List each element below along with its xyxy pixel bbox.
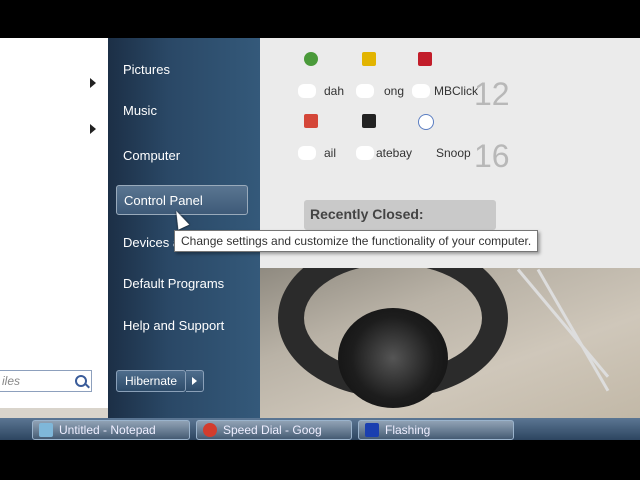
submenu-arrow-icon[interactable] xyxy=(90,78,96,88)
menu-item-default-programs[interactable]: Default Programs xyxy=(116,269,248,299)
speed-dial-label: ong xyxy=(384,84,405,98)
speed-dial-label: dah xyxy=(324,84,345,98)
menu-item-computer[interactable]: Computer xyxy=(116,141,248,171)
search-placeholder: iles xyxy=(2,374,21,388)
taskbar: Untitled - Notepad Speed Dial - Goog Fla… xyxy=(0,418,640,440)
site-icon-red xyxy=(418,52,432,66)
submenu-arrow-icon[interactable] xyxy=(90,124,96,134)
search-icon[interactable] xyxy=(75,375,87,387)
speed-dial-label: ail xyxy=(324,146,337,160)
site-icon-yellow xyxy=(362,52,376,66)
hibernate-button[interactable]: Hibernate xyxy=(116,370,186,392)
speed-dial-number: 16 xyxy=(474,138,510,174)
start-search-input[interactable]: iles xyxy=(0,370,92,392)
recently-closed-header[interactable]: Recently Closed: xyxy=(304,200,496,230)
notepad-icon xyxy=(39,423,53,437)
speed-dial-label: Snoop xyxy=(436,146,471,160)
taskbar-button-chrome[interactable]: Speed Dial - Goog xyxy=(196,420,352,440)
taskbar-label: Flashing xyxy=(385,423,431,437)
menu-item-help-support[interactable]: Help and Support xyxy=(116,311,248,341)
gmail-icon xyxy=(304,114,318,128)
start-menu-programs-pane: iles xyxy=(0,38,109,408)
chrome-icon xyxy=(203,423,217,437)
taskbar-button-notepad[interactable]: Untitled - Notepad xyxy=(32,420,190,440)
speed-dial-label: MBClick xyxy=(434,84,478,98)
menu-item-music[interactable]: Music xyxy=(116,96,248,126)
snoop-icon xyxy=(418,114,434,130)
desktop: dah ong MBClick ail atebay Snoop 12 16 R xyxy=(0,38,640,440)
tooltip: Change settings and customize the functi… xyxy=(174,230,539,252)
speed-dial-label: atebay xyxy=(376,146,413,160)
piratebay-icon xyxy=(362,114,376,128)
flashing-icon xyxy=(365,423,379,437)
taskbar-label: Untitled - Notepad xyxy=(59,423,156,437)
menu-item-pictures[interactable]: Pictures xyxy=(116,55,248,85)
shutdown-options-arrow-icon[interactable] xyxy=(186,370,204,392)
start-menu-places-pane: Pictures Music Computer Control Panel De… xyxy=(108,38,260,418)
site-icon-green xyxy=(304,52,318,66)
taskbar-label: Speed Dial - Goog xyxy=(223,423,322,437)
taskbar-button-flashing[interactable]: Flashing xyxy=(358,420,514,440)
wallpaper xyxy=(258,268,640,440)
speed-dial-number: 12 xyxy=(474,76,510,112)
